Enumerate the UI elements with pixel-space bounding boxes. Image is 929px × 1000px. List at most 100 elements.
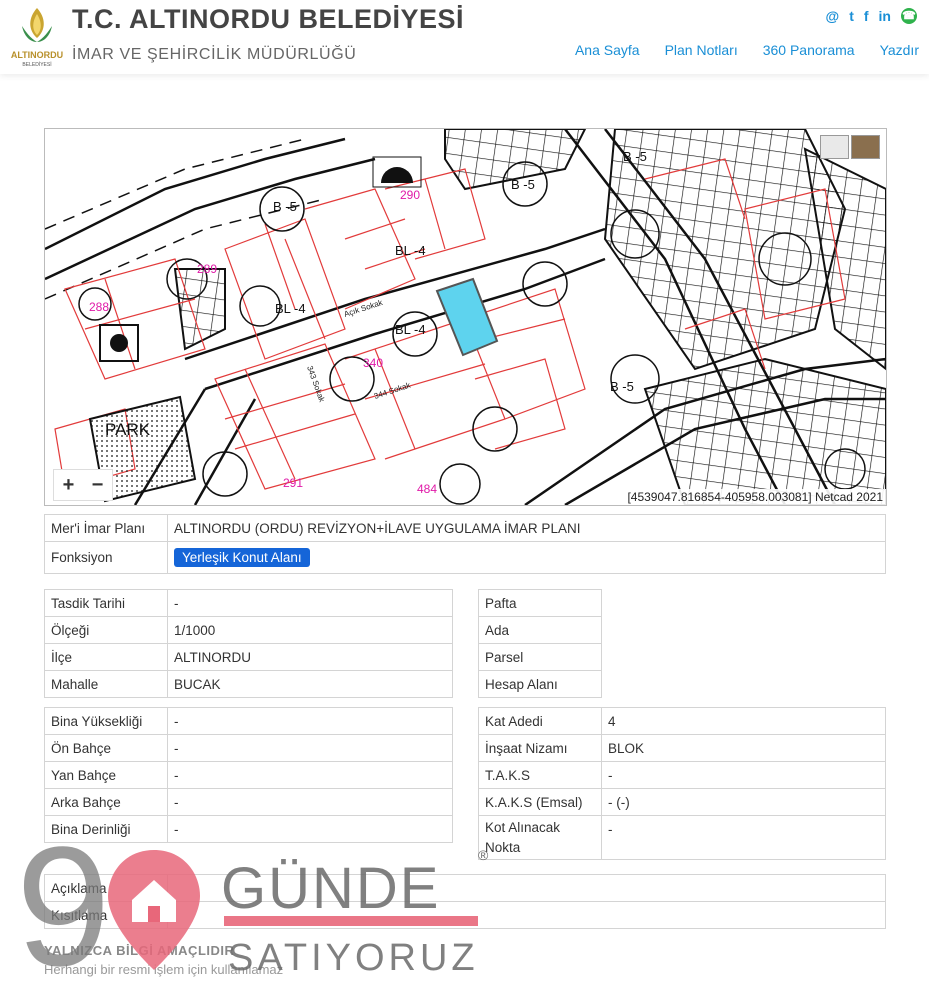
row-value: - <box>167 815 453 843</box>
table-row: T.A.K.S - <box>478 761 886 789</box>
location-table: Tasdik Tarihi - Ölçeği 1/1000 İlçe ALTINORD… <box>44 589 453 698</box>
disclaimer-text: Herhangi bir resmi işlem için kullanılam… <box>44 962 284 977</box>
row-label: İnşaat Nizamı <box>478 734 602 762</box>
table-row: Yan Bahçe - <box>44 761 453 789</box>
table-row: Mahalle BUCAK <box>44 670 453 698</box>
row-value <box>167 874 886 902</box>
table-row: Kısıtlama <box>44 901 886 929</box>
nav-360-panorama[interactable]: 360 Panorama <box>763 42 855 58</box>
label-bl4-a: BL -4 <box>275 301 306 316</box>
row-value: - <box>601 761 886 789</box>
function-label: Fonksiyon <box>44 541 168 574</box>
label-b5-c: B -5 <box>610 379 634 394</box>
parcel-table: Pafta Ada Parsel Hesap Alanı <box>478 589 886 698</box>
row-value: ALTINORDU <box>167 643 453 671</box>
row-value: 1/1000 <box>167 616 453 644</box>
twitter-icon[interactable]: t <box>849 8 854 24</box>
label-bl4-b: BL -4 <box>395 322 426 337</box>
row-value <box>602 644 886 671</box>
table-row: Tasdik Tarihi - <box>44 589 453 617</box>
row-label: Açıklama <box>44 874 168 902</box>
label-340: 340 <box>363 356 383 370</box>
row-label: Parsel <box>478 643 602 671</box>
whatsapp-icon[interactable]: ☎ <box>901 8 917 24</box>
row-label: Ön Bahçe <box>44 734 168 762</box>
facebook-icon[interactable]: f <box>864 8 869 24</box>
zoom-in-button[interactable]: + <box>63 474 75 497</box>
label-291: 291 <box>283 476 303 490</box>
row-label: Pafta <box>478 589 602 617</box>
at-icon[interactable]: @ <box>826 8 840 24</box>
layer-switcher[interactable] <box>820 135 880 159</box>
nav-plan-notes[interactable]: Plan Notları <box>665 42 738 58</box>
page-title: T.C. ALTINORDU BELEDİYESİ <box>72 4 465 34</box>
site-header: ALTINORDU BELEDİYESİ T.C. ALTINORDU BELE… <box>0 0 929 74</box>
table-row: Ölçeği 1/1000 <box>44 616 453 644</box>
label-288: 288 <box>89 300 109 314</box>
table-row: İnşaat Nizamı BLOK <box>478 734 886 762</box>
plan-table: Mer'i İmar Planı ALTINORDU (ORDU) REVİZY… <box>44 514 886 574</box>
zoom-control: + − <box>53 469 113 501</box>
row-label: Kat Adedi <box>478 707 602 735</box>
row-label: Tasdik Tarihi <box>44 589 168 617</box>
table-row: İlçe ALTINORDU <box>44 643 453 671</box>
label-484: 484 <box>417 482 437 496</box>
row-label: Arka Bahçe <box>44 788 168 816</box>
table-row: Ön Bahçe - <box>44 734 453 762</box>
setback-table: Bina Yüksekliği - Ön Bahçe - Yan Bahçe - Ar… <box>44 707 453 843</box>
zoom-out-button[interactable]: − <box>92 474 104 497</box>
satellite-layer-thumbnail[interactable] <box>851 135 880 159</box>
social-links: @ t f in ☎ <box>826 8 917 24</box>
map-canvas[interactable]: PARK BL -4 BL -4 BL -4 B -5 B -5 B -5 B … <box>45 129 886 505</box>
table-row: K.A.K.S (Emsal) - (-) <box>478 788 886 816</box>
row-label: Kısıtlama <box>44 901 168 929</box>
table-row: Arka Bahçe - <box>44 788 453 816</box>
row-value: BLOK <box>601 734 886 762</box>
plan-value: ALTINORDU (ORDU) REVİZYON+İLAVE UYGULAMA… <box>167 514 886 542</box>
row-value <box>602 617 886 644</box>
zoning-map[interactable]: PARK BL -4 BL -4 BL -4 B -5 B -5 B -5 B … <box>44 128 887 506</box>
row-value: 4 <box>601 707 886 735</box>
function-badge: Yerleşik Konut Alanı <box>174 548 310 567</box>
table-row: Mer'i İmar Planı ALTINORDU (ORDU) REVİZY… <box>44 514 886 542</box>
row-value: - <box>167 761 453 789</box>
label-bl4-c: BL -4 <box>395 243 426 258</box>
row-label: İlçe <box>44 643 168 671</box>
nav-print[interactable]: Yazdır <box>880 42 919 58</box>
map-coordinates: [4539047.816854-405958.003081] Netcad 20… <box>624 489 886 505</box>
row-label: Ölçeği <box>44 616 168 644</box>
row-label: Mahalle <box>44 670 168 698</box>
row-value: - (-) <box>601 788 886 816</box>
nav-home[interactable]: Ana Sayfa <box>575 42 640 58</box>
row-label: K.A.K.S (Emsal) <box>478 788 602 816</box>
label-290: 290 <box>400 188 420 202</box>
table-row: Bina Derinliği - <box>44 815 453 843</box>
label-b5-d: B -5 <box>623 149 647 164</box>
row-label: Bina Derinliği <box>44 815 168 843</box>
disclaimer-title: YALNIZCA BİLGİ AMAÇLIDIR <box>44 943 235 958</box>
row-value <box>602 590 886 617</box>
row-label: Yan Bahçe <box>44 761 168 789</box>
row-label: T.A.K.S <box>478 761 602 789</box>
table-row: Bina Yüksekliği - <box>44 707 453 735</box>
row-value: - <box>167 589 453 617</box>
table-row: Fonksiyon Yerleşik Konut Alanı <box>44 541 886 574</box>
row-label: Kot Alınacak Nokta <box>478 815 602 860</box>
table-row: Açıklama <box>44 874 886 902</box>
linkedin-icon[interactable]: in <box>879 8 891 24</box>
row-label: Hesap Alanı <box>478 670 602 698</box>
label-289: 289 <box>197 262 217 276</box>
municipality-logo[interactable]: ALTINORDU BELEDİYESİ <box>6 4 68 70</box>
table-row: Kot Alınacak Nokta - <box>478 815 886 860</box>
logo-text-bottom: BELEDİYESİ <box>22 61 51 68</box>
row-value: - <box>167 707 453 735</box>
table-row: Pafta <box>478 589 886 617</box>
notes-table: Açıklama Kısıtlama <box>44 874 886 929</box>
table-row: Kat Adedi 4 <box>478 707 886 735</box>
table-row: Hesap Alanı <box>478 670 886 698</box>
logo-text-top: ALTINORDU <box>11 50 63 60</box>
table-row: Parsel <box>478 643 886 671</box>
row-value <box>167 901 886 929</box>
row-value: - <box>167 788 453 816</box>
map-layer-thumbnail[interactable] <box>820 135 849 159</box>
